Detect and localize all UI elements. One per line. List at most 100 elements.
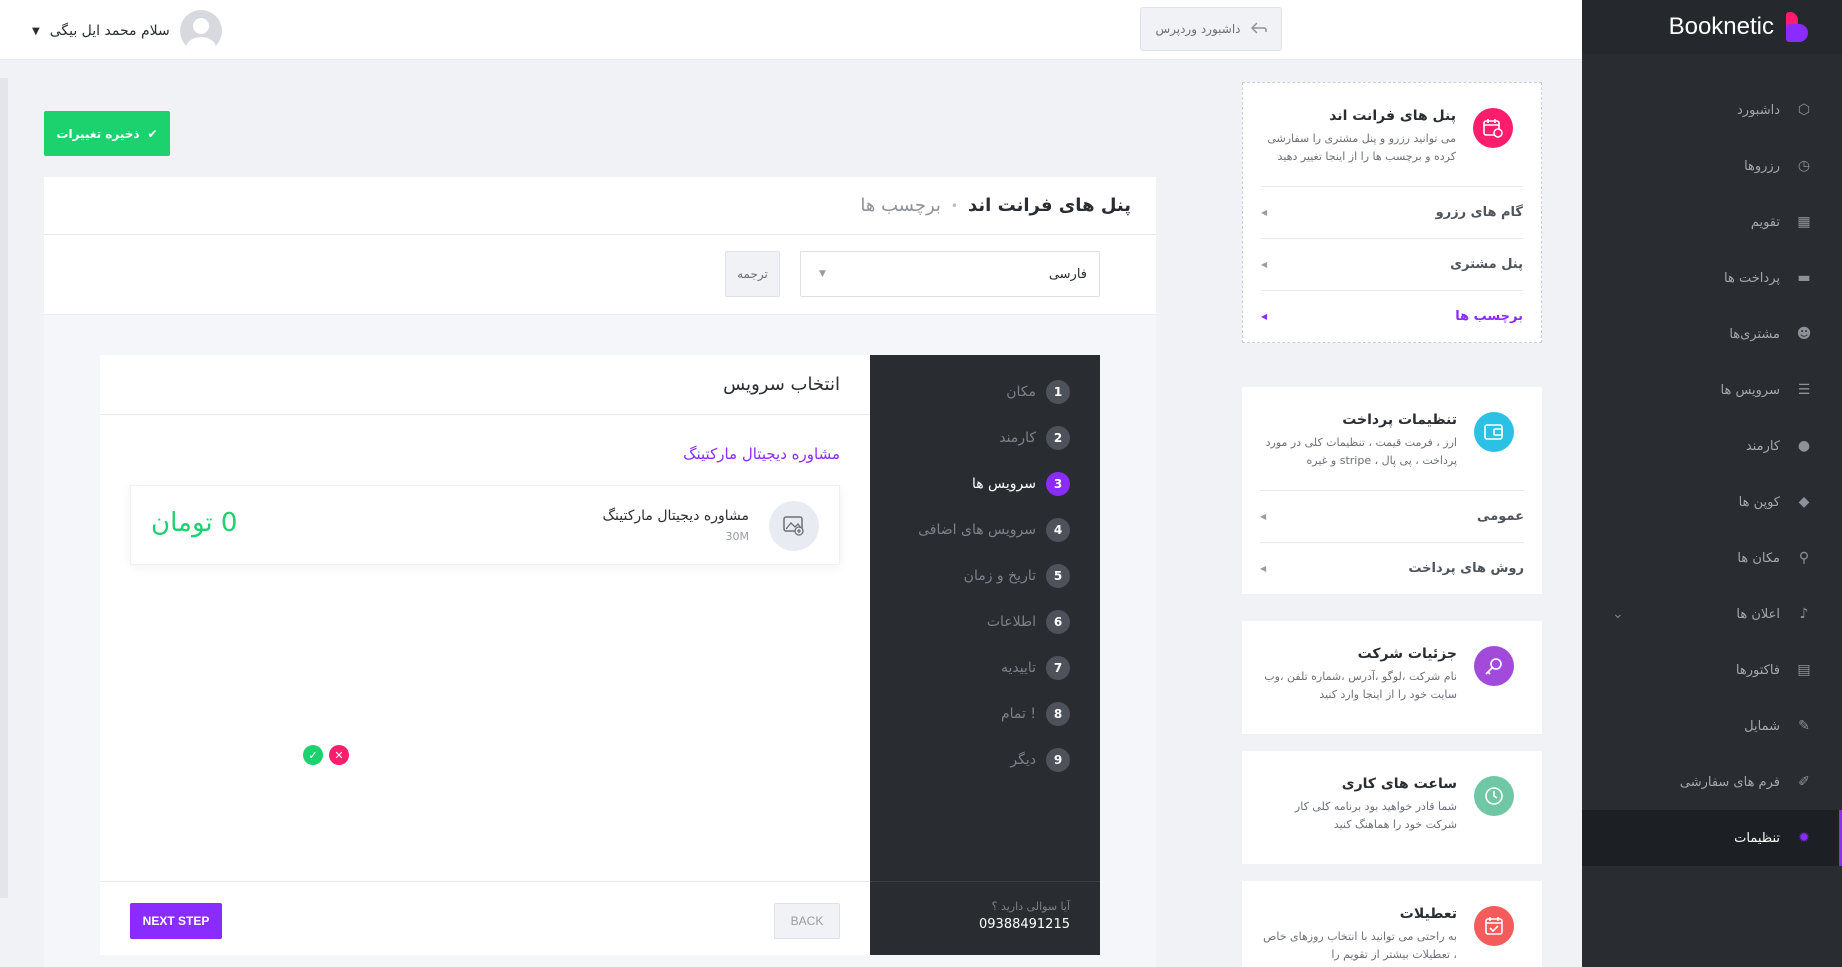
settings-card-header[interactable]: پنل های فرانت اند می توانید رزرو و پنل مش… xyxy=(1243,83,1541,186)
sidebar-item-label: فرم های سفارشی xyxy=(1679,774,1780,790)
settings-card-header[interactable]: ساعت های کاری شما قادر خواهید بود برنامه … xyxy=(1242,751,1542,864)
booking-step-number: 4 xyxy=(1046,518,1070,542)
sidebar-item-invoice[interactable]: فاکتورها ▤ xyxy=(1582,642,1842,698)
settings-card-title: پنل های فرانت اند xyxy=(1329,108,1456,124)
sidebar-item-cube[interactable]: داشبورد ⬡ xyxy=(1582,82,1842,138)
settings-subitem-label: روش های پرداخت xyxy=(1408,561,1524,576)
sidebar-item-list[interactable]: سرویس ها ☰ xyxy=(1582,362,1842,418)
booking-step[interactable]: سرویس های اضافی 4 xyxy=(918,518,1070,542)
settings-card-header[interactable]: تنظیمات پرداخت ارز ، فرمت قیمت ، تنظیمات … xyxy=(1242,387,1542,490)
sidebar: Booknetic داشبورد ⬡ رزروها ◷ تقویم ▦ پرداخت ها… xyxy=(1582,0,1842,967)
breadcrumb: برچسب ها • پنل های فرانت اند xyxy=(44,177,1156,235)
booking-step-label: تاریخ و زمان xyxy=(963,568,1036,584)
sidebar-item-wand[interactable]: فرم های سفارشی ✐ xyxy=(1582,754,1842,810)
settings-card-title: تنظیمات پرداخت xyxy=(1342,412,1457,428)
settings-card[interactable]: ساعت های کاری شما قادر خواهید بود برنامه … xyxy=(1242,751,1542,864)
page-scrollbar[interactable] xyxy=(0,78,8,898)
settings-card-title: ساعت های کاری xyxy=(1341,776,1457,792)
booking-step[interactable]: دیگر 9 xyxy=(1010,748,1070,772)
booking-step[interactable]: تاریخ و زمان 5 xyxy=(964,564,1070,588)
settings-subitem[interactable]: ◀ برچسب ها xyxy=(1261,290,1523,342)
sidebar-item-label: داشبورد xyxy=(1737,102,1780,118)
booking-step-label: اطلاعات xyxy=(986,614,1036,630)
save-changes-button[interactable]: ذخیره تغییرات ✔ xyxy=(44,111,170,156)
settings-subitem-label: پنل مشتری xyxy=(1450,257,1523,272)
breadcrumb-separator: • xyxy=(950,198,958,213)
key-icon xyxy=(1474,646,1514,686)
settings-subitem[interactable]: ◀ گام های رزرو xyxy=(1261,186,1523,238)
settings-card[interactable]: تعطیلات به راحتی می توانید با انتخاب روزه… xyxy=(1242,881,1542,967)
wordpress-dashboard-label: داشبورد وردپرس xyxy=(1155,22,1241,36)
chevron-down-icon[interactable]: ▼ xyxy=(32,26,40,37)
settings-card-description: به راحتی می توانید با انتخاب روزهای خاص … xyxy=(1263,930,1457,961)
booking-content-title: انتخاب سرویس xyxy=(100,355,870,415)
page-title: پنل های فرانت اند xyxy=(967,195,1131,216)
service-category[interactable]: مشاوره دیجیتال مارکتینگ xyxy=(683,445,840,463)
sidebar-item-bell[interactable]: اعلان ها ♪ ⌄ xyxy=(1582,586,1842,642)
language-select-value: فارسی xyxy=(1048,266,1087,282)
sidebar-item-label: رزروها xyxy=(1744,158,1780,174)
sidebar-item-calendar[interactable]: تقویم ▦ xyxy=(1582,194,1842,250)
caret-left-icon: ◀ xyxy=(1261,312,1268,321)
back-button[interactable]: BACK xyxy=(774,903,840,939)
language-select[interactable]: فارسی ▼ xyxy=(800,251,1100,297)
booking-step[interactable]: تمام ! 8 xyxy=(1001,702,1070,726)
next-step-button[interactable]: NEXT STEP xyxy=(130,903,222,939)
confirm-check-icon[interactable]: ✓ xyxy=(303,745,323,765)
help-contact: آیا سوالی دارید ؟ 09388491215 xyxy=(870,881,1100,955)
booking-step[interactable]: سرویس ها 3 xyxy=(972,472,1070,496)
calendar-icon: ▦ xyxy=(1797,214,1811,230)
booking-step-label: تمام ! xyxy=(1001,706,1036,722)
user-greeting: سلام محمد ایل بیگی xyxy=(49,23,170,39)
booking-steps: آیا سوالی دارید ؟ 09388491215 مکان 1 کارمن… xyxy=(870,355,1100,955)
settings-card-description: ارز ، فرمت قیمت ، تنظیمات کلی در مورد پر… xyxy=(1265,436,1457,467)
brand[interactable]: Booknetic xyxy=(1582,0,1842,54)
settings-card[interactable]: تنظیمات پرداخت ارز ، فرمت قیمت ، تنظیمات … xyxy=(1242,387,1542,594)
brush-icon: ✎ xyxy=(1798,718,1810,734)
user-menu[interactable]: ▼ سلام محمد ایل بیگی xyxy=(32,10,222,52)
booking-footer: NEXT STEP BACK xyxy=(100,881,870,955)
booknetic-logo-icon xyxy=(1784,12,1810,42)
translate-button[interactable]: ترجمه xyxy=(725,251,780,297)
sidebar-item-credit-card[interactable]: پرداخت ها ▬ xyxy=(1582,250,1842,306)
chevron-down-icon[interactable]: ⌄ xyxy=(1612,606,1624,622)
sidebar-item-brush[interactable]: شمایل ✎ xyxy=(1582,698,1842,754)
location-icon: ⚲ xyxy=(1798,550,1810,566)
settings-subitem[interactable]: ◀ روش های پرداخت xyxy=(1260,542,1524,594)
settings-subitem[interactable]: ◀ پنل مشتری xyxy=(1261,238,1523,290)
save-changes-label: ذخیره تغییرات xyxy=(56,126,140,141)
wordpress-dashboard-button[interactable]: داشبورد وردپرس xyxy=(1140,7,1282,51)
service-card[interactable]: مشاوره دیجیتال مارکتینگ 30M 0 تومان xyxy=(130,485,840,565)
service-name: مشاوره دیجیتال مارکتینگ xyxy=(602,508,749,524)
settings-card-description: می توانید رزرو و پنل مشتری را سفارشی کرد… xyxy=(1267,132,1456,163)
sidebar-item-user[interactable]: کارمند ● xyxy=(1582,418,1842,474)
booking-step[interactable]: مکان 1 xyxy=(1006,380,1070,404)
settings-subitem[interactable]: ◀ عمومی xyxy=(1260,490,1524,542)
sidebar-item-label: مشتری‌ها xyxy=(1729,326,1780,342)
booking-step-number: 2 xyxy=(1046,426,1070,450)
cancel-x-icon[interactable]: ✕ xyxy=(329,745,349,765)
caret-left-icon: ◀ xyxy=(1261,208,1268,217)
sidebar-item-gear[interactable]: تنظیمات ✹ xyxy=(1582,810,1842,866)
booking-step-label: دیگر xyxy=(1010,752,1036,768)
booking-step[interactable]: اطلاعات 6 xyxy=(987,610,1070,634)
sidebar-item-location[interactable]: مکان ها ⚲ xyxy=(1582,530,1842,586)
settings-card[interactable]: پنل های فرانت اند می توانید رزرو و پنل مش… xyxy=(1242,82,1542,343)
settings-card-header[interactable]: جزئیات شرکت نام شرکت ،لوگو ،آدرس ،شماره ت… xyxy=(1242,621,1542,734)
booking-step-label: سرویس های اضافی xyxy=(918,522,1036,538)
sidebar-item-users[interactable]: مشتری‌ها ☻ xyxy=(1582,306,1842,362)
booking-step[interactable]: کارمند 2 xyxy=(999,426,1070,450)
booking-step[interactable]: تاییدیه 7 xyxy=(1001,656,1070,680)
breadcrumb-current: برچسب ها xyxy=(860,195,941,216)
tag-icon: ◆ xyxy=(1798,494,1810,510)
settings-card-header[interactable]: تعطیلات به راحتی می توانید با انتخاب روزه… xyxy=(1242,881,1542,967)
service-price: 0 تومان xyxy=(151,508,238,538)
clock-icon xyxy=(1474,776,1514,816)
sidebar-item-clock[interactable]: رزروها ◷ xyxy=(1582,138,1842,194)
avatar[interactable] xyxy=(179,10,222,52)
sidebar-item-tag[interactable]: کوپن ها ◆ xyxy=(1582,474,1842,530)
settings-card[interactable]: جزئیات شرکت نام شرکت ،لوگو ،آدرس ،شماره ت… xyxy=(1242,621,1542,734)
list-icon: ☰ xyxy=(1797,382,1811,398)
sidebar-item-label: تقویم xyxy=(1750,214,1780,230)
sidebar-item-label: مکان ها xyxy=(1737,550,1780,566)
